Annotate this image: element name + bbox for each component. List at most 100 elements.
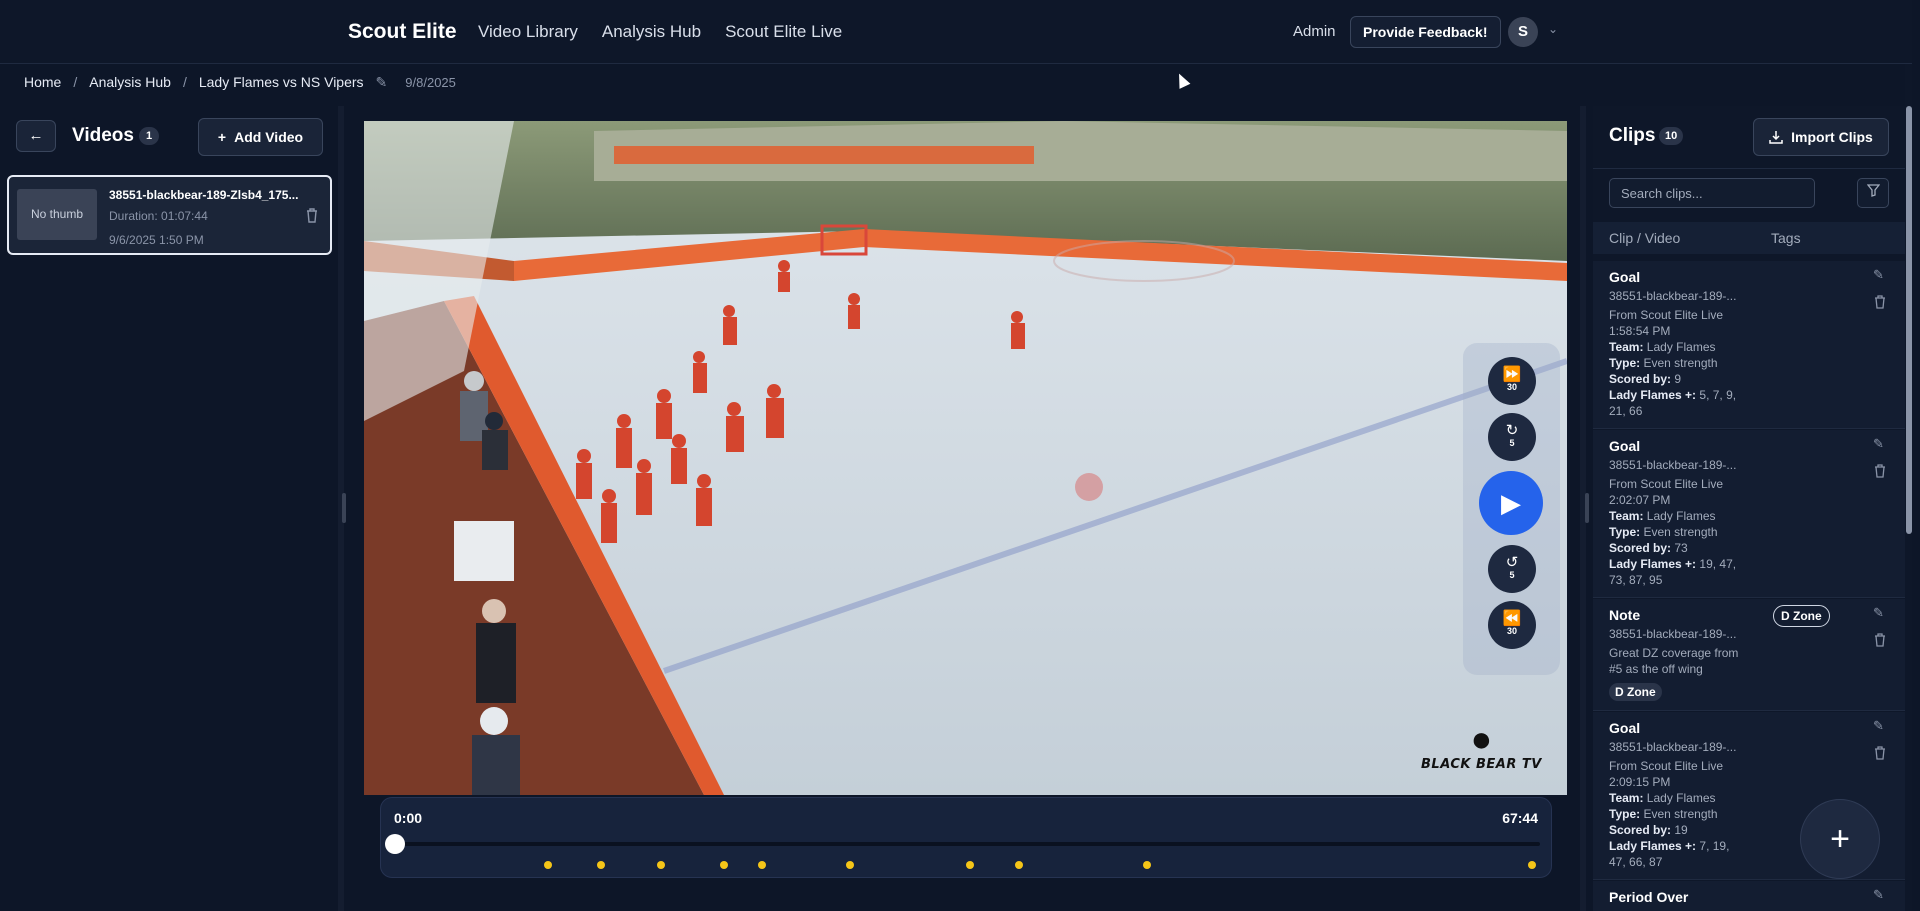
search-clips-input[interactable] xyxy=(1609,178,1815,208)
chevron-down-icon[interactable]: ⌄ xyxy=(1548,22,1558,36)
videos-panel: ← Videos 1 + Add Video No thumb 38551-bl… xyxy=(0,106,338,911)
plus-icon: + xyxy=(217,129,227,145)
clip-marker[interactable] xyxy=(966,861,975,869)
clip-marker[interactable] xyxy=(757,861,766,869)
clip-team-label: Team: xyxy=(1609,340,1644,354)
clip-team-label: Team: xyxy=(1609,791,1644,805)
tag-pill[interactable]: D Zone xyxy=(1773,605,1830,627)
video-card[interactable]: No thumb 38551-blackbear-189-Zlsb4_175..… xyxy=(7,175,332,255)
mouse-cursor xyxy=(1173,71,1191,89)
clip-time: 1:58:54 PM xyxy=(1609,324,1671,338)
pencil-icon[interactable]: ✎ xyxy=(1873,436,1884,452)
avatar[interactable]: S xyxy=(1508,17,1538,47)
scrollbar-thumb[interactable] xyxy=(1906,106,1912,534)
clip-source: 38551-blackbear-189-... xyxy=(1609,627,1737,641)
trash-icon[interactable] xyxy=(1874,746,1886,763)
clip-tag-inline: D Zone xyxy=(1609,683,1662,701)
clips-title: Clips xyxy=(1609,125,1656,146)
filter-button[interactable] xyxy=(1857,178,1889,208)
clip-marker[interactable] xyxy=(1527,861,1536,869)
clip-marker[interactable] xyxy=(1014,861,1023,869)
breadcrumb-separator: / xyxy=(73,74,78,90)
import-clips-label: Import Clips xyxy=(1791,129,1873,145)
clips-table-header: Clip / Video Tags xyxy=(1593,222,1905,254)
clip-title: Goal xyxy=(1609,269,1641,285)
trash-icon[interactable] xyxy=(1874,464,1886,481)
timeline: 0:00 67:44 xyxy=(380,797,1552,878)
clip-from: From Scout Elite Live xyxy=(1609,477,1724,491)
add-clip-fab[interactable]: + xyxy=(1800,799,1880,879)
clip-team: Lady Flames xyxy=(1646,340,1716,354)
clip-type-label: Type: xyxy=(1609,807,1641,821)
clip-marker[interactable] xyxy=(720,861,729,869)
clip-type-label: Type: xyxy=(1609,356,1641,370)
clip-details: From Scout Elite Live 2:09:15 PM Team: L… xyxy=(1609,758,1749,870)
clip-row[interactable]: Goal 38551-blackbear-189-... From Scout … xyxy=(1593,261,1905,429)
nav-scout-elite-live[interactable]: Scout Elite Live xyxy=(725,22,842,42)
video-player[interactable]: ● BLACK BEAR TV xyxy=(364,121,1567,795)
clip-details: Great DZ coverage from #5 as the off win… xyxy=(1609,645,1749,701)
clip-marker[interactable] xyxy=(1142,861,1151,869)
clip-type: Even strength xyxy=(1643,356,1718,370)
pencil-icon[interactable]: ✎ xyxy=(1873,267,1884,283)
clip-marker[interactable] xyxy=(846,861,855,869)
nav-video-library[interactable]: Video Library xyxy=(478,22,578,42)
clip-details: From Scout Elite Live 1:58:54 PM Team: L… xyxy=(1609,307,1749,419)
clip-source: 38551-blackbear-189-... xyxy=(1609,458,1737,472)
skip-back-5-button[interactable]: ↺ 5 xyxy=(1488,545,1536,593)
fast-forward-30-button[interactable]: ⏩ 30 xyxy=(1488,357,1536,405)
add-video-button[interactable]: + Add Video xyxy=(198,118,323,156)
trash-icon[interactable] xyxy=(1874,295,1886,312)
clip-source: 38551-blackbear-189-... xyxy=(1609,740,1737,754)
skip-forward-5-button[interactable]: ↻ 5 xyxy=(1488,413,1536,461)
bear-icon: ● xyxy=(1470,718,1493,759)
breadcrumb: Home / Analysis Hub / Lady Flames vs NS … xyxy=(24,72,456,92)
clip-scored-label: Scored by: xyxy=(1609,541,1672,555)
pencil-icon[interactable]: ✎ xyxy=(376,74,388,91)
clip-marker[interactable] xyxy=(657,861,666,869)
pencil-icon[interactable]: ✎ xyxy=(1873,887,1884,903)
video-frame xyxy=(364,121,1567,795)
timeline-scrubber[interactable] xyxy=(385,834,405,854)
clip-plus-label: Lady Flames +: xyxy=(1609,388,1697,402)
play-button[interactable]: ▶ xyxy=(1479,471,1543,535)
clip-plus-label: Lady Flames +: xyxy=(1609,557,1697,571)
col-tags: Tags xyxy=(1771,230,1801,246)
nav-admin[interactable]: Admin xyxy=(1293,23,1336,40)
clip-row[interactable]: Note 38551-blackbear-189-... Great DZ co… xyxy=(1593,599,1905,711)
feedback-button[interactable]: Provide Feedback! xyxy=(1350,16,1501,48)
rewind-icon: ⏪ xyxy=(1502,610,1522,627)
breadcrumb-home[interactable]: Home xyxy=(24,74,61,90)
clip-title: Goal xyxy=(1609,438,1641,454)
brand-logo[interactable]: Scout Elite xyxy=(348,20,457,44)
clip-from: From Scout Elite Live xyxy=(1609,759,1724,773)
clip-marker[interactable] xyxy=(543,861,552,869)
breadcrumb-analysis-hub[interactable]: Analysis Hub xyxy=(89,74,171,90)
clip-scored-label: Scored by: xyxy=(1609,823,1672,837)
plus-icon: + xyxy=(1830,820,1850,858)
resize-handle[interactable] xyxy=(1585,493,1589,523)
nav-links: Video Library Analysis Hub Scout Elite L… xyxy=(478,22,842,42)
pencil-icon[interactable]: ✎ xyxy=(1873,718,1884,734)
playback-controls: ⏩ 30 ↻ 5 ▶ ↺ 5 ⏪ 30 xyxy=(1463,343,1560,675)
time-current: 0:00 xyxy=(394,810,423,826)
clip-type: Even strength xyxy=(1643,807,1718,821)
trash-icon[interactable] xyxy=(305,207,319,226)
video-title: 38551-blackbear-189-Zlsb4_175... xyxy=(109,188,299,202)
videos-title: Videos xyxy=(72,125,134,146)
resize-handle[interactable] xyxy=(342,493,346,523)
clip-team-label: Team: xyxy=(1609,509,1644,523)
clip-scored-label: Scored by: xyxy=(1609,372,1672,386)
top-nav: Scout Elite Video Library Analysis Hub S… xyxy=(0,0,1912,64)
rewind-30-button[interactable]: ⏪ 30 xyxy=(1488,601,1536,649)
clip-row[interactable]: Goal 38551-blackbear-189-... From Scout … xyxy=(1593,430,1905,598)
timeline-track[interactable] xyxy=(394,842,1540,846)
clip-row[interactable]: Period Over ✎ xyxy=(1593,881,1905,911)
back-button[interactable]: ← xyxy=(16,120,56,152)
nav-analysis-hub[interactable]: Analysis Hub xyxy=(602,22,701,42)
pencil-icon[interactable]: ✎ xyxy=(1873,605,1884,621)
trash-icon[interactable] xyxy=(1874,633,1886,650)
import-clips-button[interactable]: Import Clips xyxy=(1753,118,1889,156)
fast-forward-seconds: 30 xyxy=(1506,382,1517,392)
clip-marker[interactable] xyxy=(597,861,606,869)
